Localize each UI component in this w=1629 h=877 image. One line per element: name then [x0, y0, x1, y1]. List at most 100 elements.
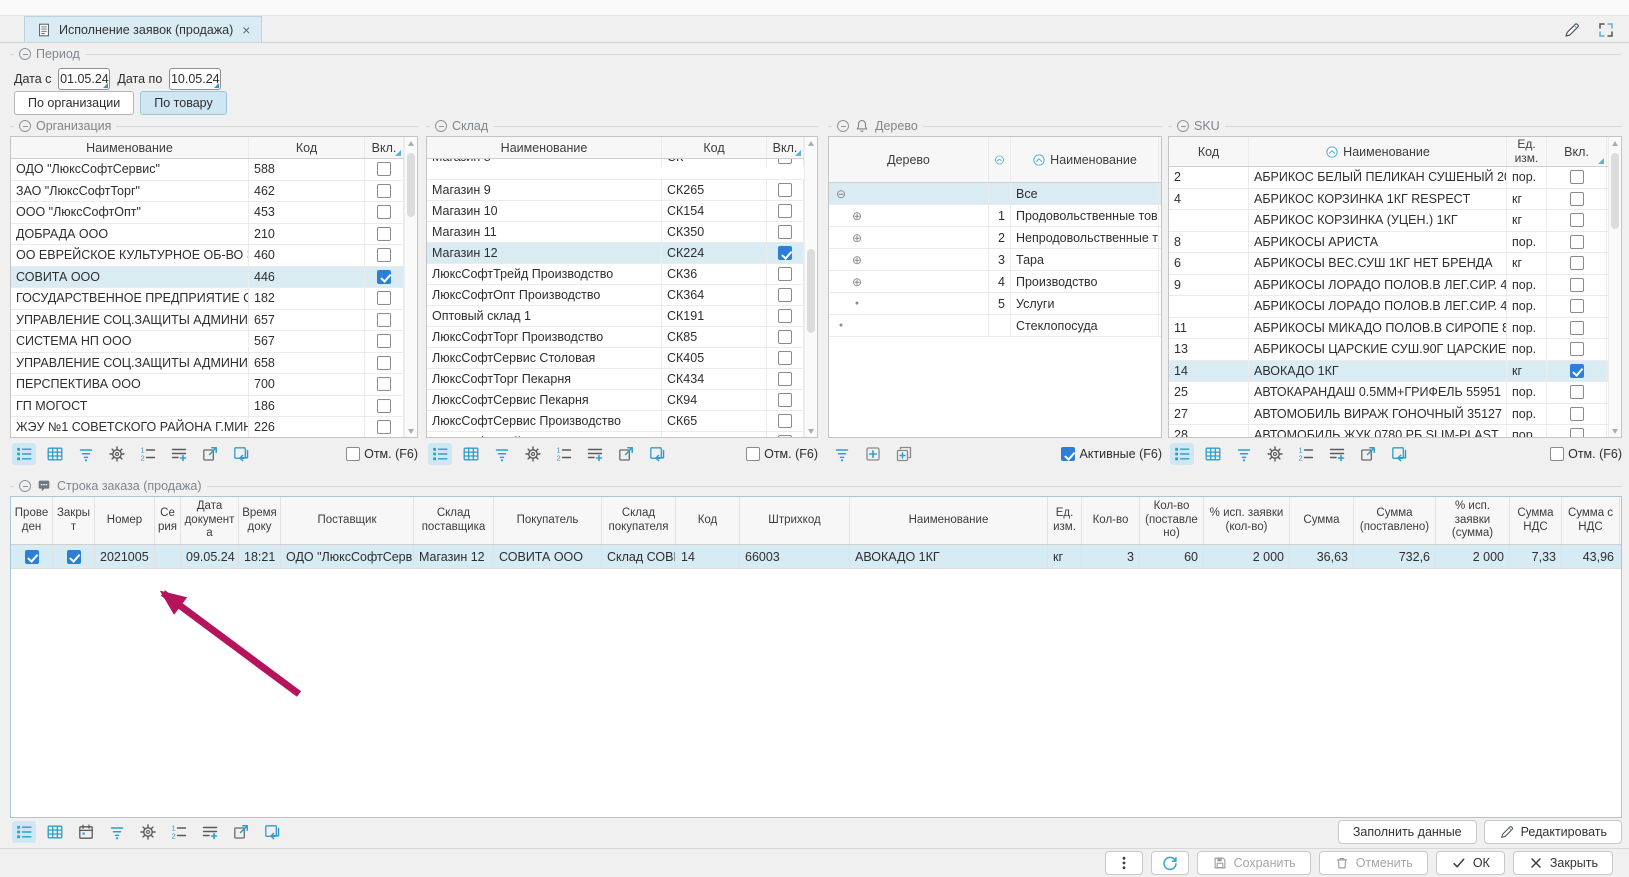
organization-row[interactable]: ОДО "ЛюксСофтСервис" 588	[11, 159, 417, 181]
column-header-closed[interactable]: Закрыт	[53, 497, 95, 544]
warehouse-otm-checkbox[interactable]: Отм. (F6)	[746, 447, 818, 461]
column-header-name[interactable]: Наименование	[1011, 137, 1159, 182]
column-header-include[interactable]: Вкл.	[767, 137, 804, 158]
sku-row[interactable]: 13 АБРИКОСЫ ЦАРСКИЕ СУШ.90Г ЦАРСКИЕ пор.	[1169, 339, 1621, 361]
column-header-qty-supplied[interactable]: Кол-во (поставлено)	[1140, 497, 1204, 544]
collapse-warehouse-icon[interactable]	[435, 120, 447, 132]
numbered-list-icon[interactable]	[167, 821, 191, 843]
numbered-list-icon[interactable]	[136, 443, 160, 465]
open-external-icon[interactable]	[198, 443, 222, 465]
column-header-sum-with-vat[interactable]: Сумма с НДС	[1562, 497, 1620, 544]
include-checkbox[interactable]	[1570, 364, 1584, 378]
tree-node-icon[interactable]	[834, 187, 848, 201]
reload-rows-icon[interactable]	[260, 821, 284, 843]
collapse-order-icon[interactable]	[19, 480, 31, 492]
collapse-period-icon[interactable]	[19, 48, 31, 60]
warehouse-row[interactable]: ЛюксСофтТрейд Производство СК36	[427, 264, 817, 285]
scroll-down-icon[interactable]	[1609, 425, 1621, 437]
include-checkbox[interactable]	[778, 183, 792, 197]
more-actions-button[interactable]	[1105, 851, 1143, 875]
column-header-code[interactable]: Код	[249, 137, 365, 158]
order-row[interactable]: 2021005 09.05.24 18:21 ОДО "ЛюксСофтСерв…	[11, 545, 1621, 569]
filter-icon[interactable]	[1232, 443, 1256, 465]
include-checkbox[interactable]	[778, 204, 792, 218]
include-checkbox[interactable]	[1570, 321, 1584, 335]
fullscreen-icon[interactable]	[1597, 21, 1615, 39]
column-header-code[interactable]: Код	[662, 137, 767, 158]
column-header-supplier-warehouse[interactable]: Склад поставщика	[414, 497, 494, 544]
close-button[interactable]: Закрыть	[1513, 851, 1613, 875]
include-checkbox[interactable]	[377, 162, 391, 176]
warehouse-row[interactable]: ЛюксСофтТрейд ТРС СК369	[427, 432, 817, 438]
organization-row[interactable]: УПРАВЛЕНИЕ СОЦ.ЗАЩИТЫ АДМИНИСТ 657	[11, 310, 417, 332]
expand-node-icon[interactable]	[861, 443, 885, 465]
list-view-icon[interactable]	[12, 821, 36, 843]
include-checkbox[interactable]	[377, 377, 391, 391]
include-checkbox[interactable]	[1570, 213, 1584, 227]
include-checkbox[interactable]	[1570, 299, 1584, 313]
include-checkbox[interactable]	[377, 184, 391, 198]
reload-rows-icon[interactable]	[229, 443, 253, 465]
open-external-icon[interactable]	[229, 821, 253, 843]
scroll-up-icon[interactable]	[405, 137, 417, 149]
include-checkbox[interactable]	[778, 351, 792, 365]
filter-icon[interactable]	[74, 443, 98, 465]
reload-rows-icon[interactable]	[1387, 443, 1411, 465]
sku-row[interactable]: 27 АВТОМОБИЛЬ ВИРАЖ ГОНОЧНЫЙ 35127 пор.	[1169, 404, 1621, 426]
include-checkbox[interactable]	[377, 291, 391, 305]
sku-otm-checkbox[interactable]: Отм. (F6)	[1550, 447, 1622, 461]
include-checkbox[interactable]	[377, 334, 391, 348]
warehouse-row[interactable]: ЛюксСофтТорг Производство СК85	[427, 327, 817, 348]
warehouse-row[interactable]: Магазин 8 СК	[427, 159, 817, 180]
sku-row[interactable]: АБРИКОС КОРЗИНКА (УЦЕН.) 1КГ кг	[1169, 210, 1621, 232]
settings-gear-icon[interactable]	[521, 443, 545, 465]
closed-checkbox[interactable]	[67, 550, 81, 564]
sku-scrollbar[interactable]	[1608, 137, 1621, 437]
column-header-code[interactable]: Код	[1169, 137, 1249, 166]
tree-node-icon[interactable]	[850, 231, 864, 245]
include-checkbox[interactable]	[377, 248, 391, 262]
warehouse-row[interactable]: ЛюксСофтСервис Пекарня СК94	[427, 390, 817, 411]
include-checkbox[interactable]	[1570, 342, 1584, 356]
date-from-input[interactable]: 01.05.24	[58, 68, 110, 90]
tree-row[interactable]: 1 Продовольственные товары	[829, 205, 1161, 227]
warehouse-scrollbar[interactable]	[804, 137, 817, 437]
warehouse-row[interactable]: Магазин 9 СК265	[427, 180, 817, 201]
include-checkbox[interactable]	[778, 159, 792, 164]
edit-button[interactable]: Редактировать	[1484, 820, 1622, 844]
warehouse-row[interactable]: ЛюксСофтТорг Пекарня СК434	[427, 369, 817, 390]
list-view-icon[interactable]	[12, 443, 36, 465]
scroll-down-icon[interactable]	[405, 425, 417, 437]
tree-node-icon[interactable]	[834, 322, 848, 329]
column-header-code[interactable]: Код	[676, 497, 740, 544]
include-checkbox[interactable]	[1570, 278, 1584, 292]
include-checkbox[interactable]	[778, 372, 792, 386]
warehouse-row[interactable]: Оптовый склад 1 СК191	[427, 306, 817, 327]
include-checkbox[interactable]	[778, 309, 792, 323]
collapse-sku-icon[interactable]	[1177, 120, 1189, 132]
filter-icon[interactable]	[105, 821, 129, 843]
include-checkbox[interactable]	[778, 330, 792, 344]
include-checkbox[interactable]	[1570, 170, 1584, 184]
organization-row[interactable]: ООО "ЛюксСофтОпт" 453	[11, 202, 417, 224]
refresh-button[interactable]	[1151, 851, 1189, 875]
include-checkbox[interactable]	[1570, 256, 1584, 270]
settings-gear-icon[interactable]	[105, 443, 129, 465]
column-header-include[interactable]: Вкл.	[365, 137, 404, 158]
organization-otm-checkbox[interactable]: Отм. (F6)	[346, 447, 418, 461]
sku-row[interactable]: 9 АБРИКОСЫ ЛОРАДО ПОЛОВ.В ЛЕГ.СИР. 4 пор…	[1169, 275, 1621, 297]
collapse-organization-icon[interactable]	[19, 120, 31, 132]
sku-row[interactable]: 8 АБРИКОСЫ АРИСТА пор.	[1169, 232, 1621, 254]
include-checkbox[interactable]	[377, 270, 391, 284]
organization-row[interactable]: ЖЭУ №1 СОВЕТСКОГО РАЙОНА Г.МИНС 226	[11, 417, 417, 438]
column-header-unit[interactable]: Ед. изм.	[1048, 497, 1082, 544]
sku-row[interactable]: 14 АВОКАДО 1КГ кг	[1169, 361, 1621, 383]
settings-gear-icon[interactable]	[136, 821, 160, 843]
active-f6-checkbox[interactable]: Активные (F6)	[1061, 447, 1162, 461]
column-header-pct-sum[interactable]: % исп. заявки (сумма)	[1436, 497, 1510, 544]
include-checkbox[interactable]	[1570, 407, 1584, 421]
organization-scrollbar[interactable]	[404, 137, 417, 437]
column-header-tree[interactable]: Дерево	[829, 137, 989, 182]
include-checkbox[interactable]	[1570, 428, 1584, 438]
scroll-down-icon[interactable]	[805, 425, 817, 437]
